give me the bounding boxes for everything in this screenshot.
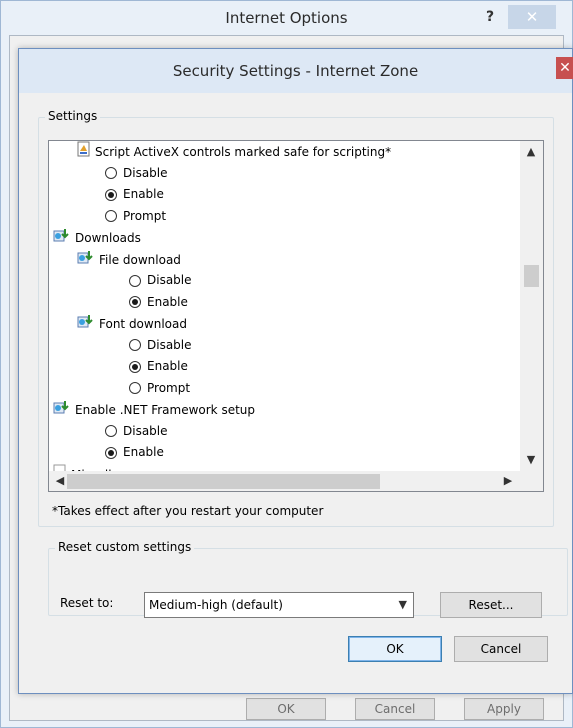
help-button[interactable]: ? <box>475 5 505 29</box>
reset-level-dropdown[interactable]: Medium-high (default) ▼ <box>144 592 414 618</box>
tree-setting: Font download <box>77 313 187 334</box>
radio-unchecked-icon[interactable] <box>105 210 117 222</box>
radio-checked-icon[interactable] <box>129 360 141 373</box>
radio-checked-icon[interactable] <box>105 446 117 459</box>
tree-label: Prompt <box>147 380 191 395</box>
tree-label: Enable <box>123 187 164 201</box>
radio-option-disable[interactable]: Disable <box>105 163 168 184</box>
restart-note: *Takes effect after you restart your com… <box>52 504 324 518</box>
vertical-scrollbar[interactable]: ▲ ▼ <box>520 141 543 471</box>
reset-to-label: Reset to: <box>60 596 114 610</box>
radio-checked-icon[interactable] <box>105 188 117 201</box>
tree-setting: Script ActiveX controls marked safe for … <box>77 141 391 162</box>
radio-unchecked-icon[interactable] <box>129 382 141 394</box>
radio-option-prompt[interactable]: Prompt <box>129 378 190 399</box>
tree-label: File download <box>99 252 181 267</box>
settings-tree[interactable]: Script ActiveX controls marked safe for … <box>48 140 544 492</box>
radio-option-disable[interactable]: Disable <box>105 421 168 442</box>
close-button[interactable]: ✕ <box>508 5 556 29</box>
horizontal-scrollbar[interactable]: ◀ ▶ <box>49 471 543 491</box>
tree-label: Font download <box>99 317 187 331</box>
tree-label: Downloads <box>75 231 141 245</box>
net-framework-icon <box>53 399 71 422</box>
reset-level-value: Medium-high (default) <box>149 598 283 612</box>
radio-option-enable[interactable]: Enable <box>105 184 164 205</box>
cancel-button[interactable]: Cancel <box>454 636 548 662</box>
tree-label: Enable <box>147 294 188 309</box>
radio-unchecked-icon[interactable] <box>105 425 117 437</box>
tree-category: Enable .NET Framework setup <box>53 399 255 420</box>
tree-label: Enable .NET Framework setup <box>75 403 256 417</box>
tree-label: Enable <box>123 445 164 459</box>
script-setting-icon <box>77 141 91 164</box>
horizontal-scroll-thumb[interactable] <box>67 474 380 489</box>
download-setting-icon <box>77 249 95 272</box>
tree-label: Prompt <box>123 208 167 223</box>
outer-cancel-button[interactable]: Cancel <box>355 698 435 720</box>
tree-label: Disable <box>123 165 168 180</box>
tree-label: Disable <box>147 273 192 287</box>
radio-checked-icon[interactable] <box>129 296 141 308</box>
radio-unchecked-icon[interactable] <box>129 274 141 287</box>
reset-button[interactable]: Reset... <box>440 592 542 618</box>
radio-option-disable[interactable]: Disable <box>129 335 192 356</box>
tree-label: Script ActiveX controls marked safe for … <box>95 145 392 159</box>
dialog-title: Security Settings - Internet Zone <box>172 62 419 80</box>
scroll-right-icon[interactable]: ▶ <box>499 472 517 490</box>
radio-unchecked-icon[interactable] <box>105 167 117 179</box>
dialog-close-button[interactable]: ✕ <box>556 57 573 79</box>
radio-option-enable[interactable]: Enable <box>129 292 188 313</box>
ok-button[interactable]: OK <box>348 636 442 662</box>
chevron-down-icon: ▼ <box>398 598 407 611</box>
radio-unchecked-icon[interactable] <box>129 339 141 351</box>
radio-option-enable[interactable]: Enable <box>129 356 188 377</box>
outer-apply-button[interactable]: Apply <box>464 698 544 720</box>
tree-label: Disable <box>123 423 168 438</box>
tree-label: Disable <box>147 337 192 352</box>
reset-group-label: Reset custom settings <box>55 540 195 554</box>
scroll-up-icon[interactable]: ▲ <box>522 143 540 161</box>
radio-option-prompt[interactable]: Prompt <box>105 206 166 227</box>
vertical-scroll-thumb[interactable] <box>524 265 539 287</box>
tree-label: Enable <box>147 359 188 373</box>
tree-setting: File download <box>77 249 181 270</box>
scroll-down-icon[interactable]: ▼ <box>522 451 540 469</box>
radio-option-disable[interactable]: Disable <box>129 270 192 291</box>
download-setting-icon <box>77 313 95 336</box>
settings-group-label: Settings <box>45 109 101 123</box>
tree-category: Downloads <box>53 227 141 248</box>
radio-option-enable[interactable]: Enable <box>105 442 164 463</box>
outer-ok-button[interactable]: OK <box>246 698 326 720</box>
downloads-category-icon <box>53 227 71 250</box>
